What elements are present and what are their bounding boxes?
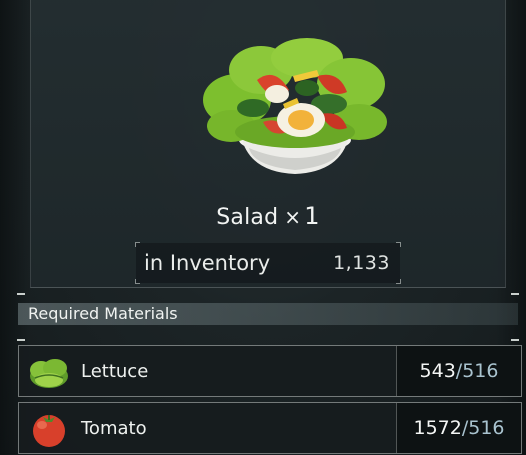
corner-bracket: [396, 242, 401, 247]
times-sign: ×: [284, 205, 302, 229]
owned-count: 543: [419, 360, 456, 382]
salad-bowl-icon: [203, 38, 387, 174]
item-quantity: 1: [304, 202, 320, 230]
corner-bracket: [135, 242, 140, 247]
divider-tick: [511, 293, 519, 295]
material-count: 1572/516: [396, 403, 521, 453]
inventory-box: in Inventory 1,133: [135, 242, 401, 284]
required-count: 516: [462, 360, 499, 382]
item-title: Salad × 1: [31, 202, 505, 230]
corner-bracket: [135, 279, 140, 284]
section-title: Required Materials: [28, 304, 178, 323]
tomato-icon: [33, 415, 65, 447]
material-name: Tomato: [81, 418, 147, 439]
divider-tick: [17, 293, 25, 295]
inventory-count: 1,133: [333, 252, 390, 274]
corner-bracket: [396, 279, 401, 284]
lettuce-icon: [30, 359, 68, 388]
inventory-label: in Inventory: [144, 251, 271, 275]
divider-tick: [511, 339, 519, 341]
required-count: 516: [468, 417, 505, 439]
material-count: 543/516: [396, 346, 521, 396]
material-row-lettuce[interactable]: Lettuce 543/516: [18, 345, 522, 397]
owned-count: 1572: [413, 417, 462, 439]
item-name: Salad: [216, 205, 279, 230]
material-row-tomato[interactable]: Tomato 1572/516: [18, 402, 522, 454]
item-detail-panel: Salad × 1 in Inventory 1,133: [30, 0, 506, 288]
required-materials-header: Required Materials: [18, 303, 518, 325]
material-name: Lettuce: [81, 361, 149, 382]
divider-tick: [17, 339, 25, 341]
